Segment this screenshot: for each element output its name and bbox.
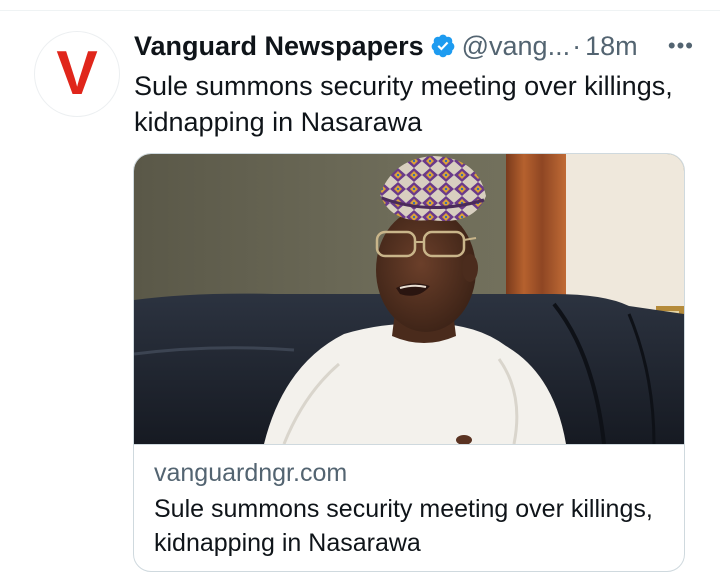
tweet[interactable]: V Vanguard Newspapers @vang... · 18m •••… xyxy=(0,0,720,577)
timestamp[interactable]: 18m xyxy=(585,28,638,64)
card-title: Sule summons security meeting over killi… xyxy=(154,495,653,557)
author-handle[interactable]: @vang... xyxy=(462,28,570,64)
card-divider xyxy=(134,444,684,445)
tweet-header: Vanguard Newspapers @vang... · 18m ••• xyxy=(134,28,694,64)
card-domain: vanguardngr.com xyxy=(154,459,348,487)
more-dots-icon[interactable]: ••• xyxy=(668,28,694,64)
link-card[interactable]: vanguardngr.com Sule summons security me… xyxy=(133,153,685,572)
separator-dot: · xyxy=(572,31,582,61)
card-image xyxy=(134,154,684,444)
verified-badge-icon xyxy=(430,33,456,59)
author-name[interactable]: Vanguard Newspapers xyxy=(134,28,424,64)
tweet-text: Sule summons security meeting over killi… xyxy=(134,71,673,137)
avatar[interactable]: V xyxy=(34,31,120,117)
avatar-letter: V xyxy=(56,39,97,108)
vanguard-logo-icon: V xyxy=(56,39,97,108)
